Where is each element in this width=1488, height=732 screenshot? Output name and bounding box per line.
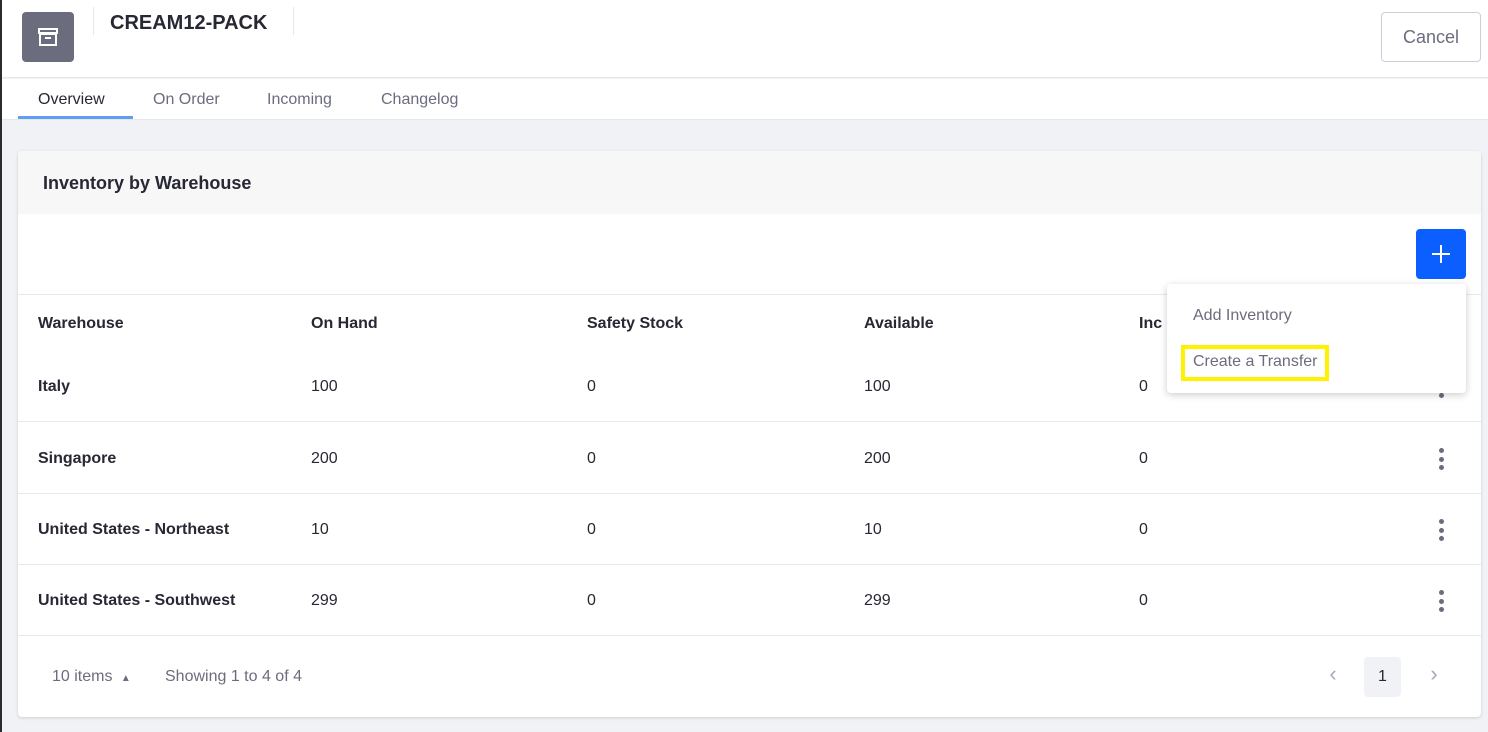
sort-caret-icon: ▲︎ — [120, 673, 131, 684]
cancel-button[interactable]: Cancel — [1381, 12, 1481, 62]
tab-incoming[interactable]: Incoming — [267, 79, 332, 119]
cell-available: 200 — [864, 450, 891, 467]
table-row: United States - Northeast 10 0 10 0 — [18, 494, 1481, 565]
cell-available: 299 — [864, 592, 891, 609]
cell-available: 100 — [864, 378, 891, 395]
cell-warehouse: Italy — [38, 378, 71, 395]
inventory-card: Inventory by Warehouse Warehouse On Hand… — [18, 151, 1481, 717]
menu-item-create-transfer[interactable]: Create a Transfer — [1193, 353, 1318, 371]
kebab-menu-icon[interactable] — [1431, 448, 1451, 470]
column-header-on-hand[interactable]: On Hand — [311, 315, 378, 333]
cell-safety-stock: 0 — [587, 592, 596, 609]
tab-changelog[interactable]: Changelog — [381, 79, 458, 119]
items-per-page-label: 10 items — [52, 668, 113, 685]
kebab-menu-icon[interactable] — [1431, 519, 1451, 541]
chevron-left-icon[interactable]: ‹ — [1321, 661, 1345, 691]
chevron-right-icon[interactable]: › — [1422, 661, 1446, 691]
tab-on-order[interactable]: On Order — [153, 79, 220, 119]
column-header-incoming[interactable]: Inc — [1139, 315, 1162, 333]
tab-bar: Overview On Order Incoming Changelog — [2, 79, 1488, 120]
tab-overview[interactable]: Overview — [18, 79, 133, 119]
cell-warehouse: United States - Northeast — [38, 521, 230, 538]
page-header: CREAM12-PACK Cancel — [2, 0, 1488, 78]
card-title: Inventory by Warehouse — [43, 173, 252, 193]
title-divider — [93, 7, 94, 35]
card-header: Inventory by Warehouse — [18, 151, 1481, 214]
page-title: CREAM12-PACK — [110, 12, 268, 34]
column-header-available[interactable]: Available — [864, 315, 934, 333]
cell-warehouse: Singapore — [38, 450, 117, 467]
kebab-menu-icon[interactable] — [1431, 590, 1451, 612]
cell-on-hand: 10 — [311, 521, 329, 538]
cell-safety-stock: 0 — [587, 450, 596, 467]
cell-incoming: 0 — [1139, 521, 1148, 538]
pagination-summary: Showing 1 to 4 of 4 — [165, 668, 302, 685]
cell-incoming: 0 — [1139, 450, 1148, 467]
cell-on-hand: 200 — [311, 450, 338, 467]
table-row: United States - Southwest 299 0 299 0 — [18, 565, 1481, 636]
cell-safety-stock: 0 — [587, 521, 596, 538]
add-button[interactable] — [1416, 229, 1466, 279]
add-dropdown-menu: Add Inventory Create a Transfer — [1167, 284, 1466, 393]
plus-icon — [1432, 245, 1450, 263]
column-header-safety-stock[interactable]: Safety Stock — [587, 315, 683, 333]
column-header-warehouse[interactable]: Warehouse — [38, 315, 124, 333]
cell-warehouse: United States - Southwest — [38, 592, 236, 609]
table-row: Singapore 200 0 200 0 — [18, 423, 1481, 494]
cell-safety-stock: 0 — [587, 378, 596, 395]
cell-incoming: 0 — [1139, 378, 1148, 395]
cell-available: 10 — [864, 521, 882, 538]
items-per-page-select[interactable]: 10 items ▲︎ — [52, 668, 131, 686]
cell-on-hand: 100 — [311, 378, 338, 395]
title-divider — [293, 7, 294, 35]
page-button[interactable]: 1 — [1364, 657, 1401, 697]
cell-on-hand: 299 — [311, 592, 338, 609]
menu-item-add-inventory[interactable]: Add Inventory — [1193, 307, 1292, 325]
archive-box-icon — [22, 12, 74, 62]
cell-incoming: 0 — [1139, 592, 1148, 609]
